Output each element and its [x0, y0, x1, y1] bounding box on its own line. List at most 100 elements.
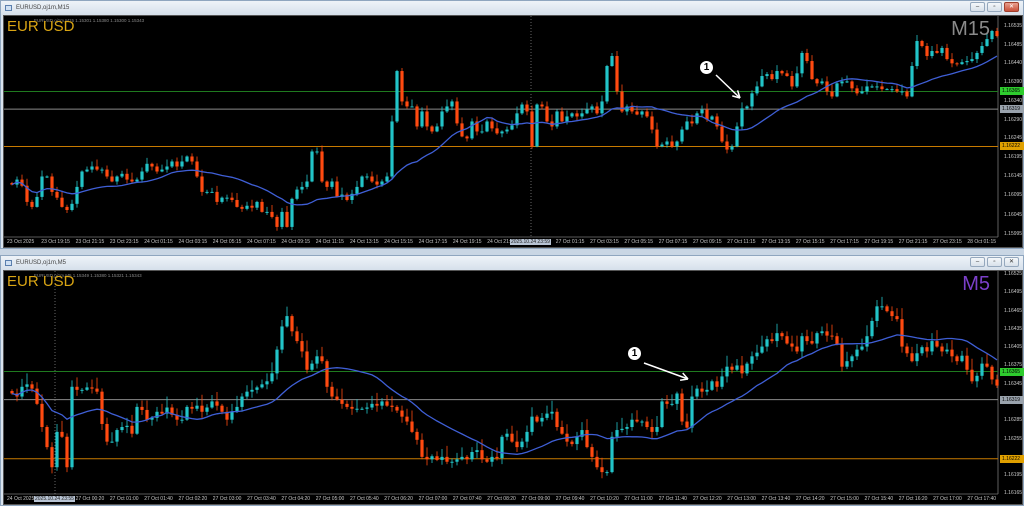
- maximize-button[interactable]: ▫: [987, 257, 1002, 267]
- candle-body: [365, 407, 369, 409]
- candle-body: [785, 336, 789, 344]
- candle-body: [535, 104, 539, 147]
- candle-body: [640, 111, 644, 115]
- minimize-button[interactable]: –: [970, 2, 985, 12]
- window-titlebar[interactable]: EURUSD,oj1m,M15 – ▫ ✕: [1, 1, 1023, 15]
- candle-body: [680, 393, 684, 422]
- candle-body: [890, 89, 894, 91]
- candle-body: [530, 111, 534, 147]
- candle-body: [305, 181, 309, 187]
- time-tick-label: 27 Oct 05:40: [350, 496, 379, 502]
- candle-body: [760, 346, 764, 353]
- price-tick-label: 1.15995: [1004, 230, 1023, 237]
- candle-body: [495, 456, 499, 459]
- candle-body: [915, 41, 919, 67]
- annotation-number-badge: 1: [628, 347, 641, 360]
- time-tick-label: 27 Oct 19:15: [864, 239, 894, 245]
- candle-body: [470, 451, 474, 460]
- candle-body: [85, 387, 89, 390]
- candle-body: [590, 447, 594, 457]
- candle-body: [390, 405, 394, 407]
- chart-area[interactable]: EURUSD,oj1m,M15 1.15301 1.15380 1.15300 …: [3, 15, 1024, 249]
- candle-body: [885, 89, 889, 91]
- candle-body: [75, 186, 79, 204]
- candle-body: [660, 144, 664, 147]
- candle-body: [690, 396, 694, 428]
- candle-body: [845, 81, 849, 83]
- time-tick-label: 27 Oct 01:00: [109, 496, 139, 502]
- candle-body: [650, 116, 654, 130]
- candle-body: [515, 441, 519, 448]
- candle-body: [315, 151, 319, 153]
- close-button[interactable]: ✕: [1004, 2, 1019, 12]
- price-tick-label: 1.16340: [1004, 98, 1023, 105]
- candle-body: [990, 31, 994, 40]
- time-tick-label: 27 Oct 23:15: [933, 239, 962, 245]
- minimize-button[interactable]: –: [970, 257, 985, 267]
- candle-body: [145, 163, 149, 172]
- candle-body: [250, 389, 254, 392]
- candle-body: [30, 384, 34, 389]
- candle-body: [520, 104, 524, 114]
- candle-body: [115, 176, 119, 182]
- candle-body: [695, 113, 699, 124]
- time-tick-label: 24 Oct 09:15: [281, 239, 311, 245]
- price-level-badge: 1.16319: [1000, 395, 1024, 404]
- chart-area[interactable]: EURUSD,oj1m,M5 1.15349 1.15380 1.15321 1…: [3, 270, 1024, 506]
- candle-body: [735, 365, 739, 370]
- candle-body: [575, 436, 579, 445]
- candle-body: [410, 106, 414, 108]
- candle-body: [955, 356, 959, 362]
- candle-body: [510, 125, 514, 130]
- time-tick-label: 24 Oct 19:15: [452, 239, 482, 245]
- candle-body: [930, 51, 934, 57]
- candle-body: [420, 439, 424, 457]
- timeframe-label: M5: [962, 273, 990, 295]
- price-tick-label: 1.16195: [1004, 472, 1023, 479]
- candle-body: [545, 413, 549, 418]
- time-tick-label: 24 Oct 07:15: [247, 239, 276, 245]
- candle-body: [505, 433, 509, 437]
- time-tick-label: 27 Oct 13:40: [761, 496, 791, 502]
- candle-body: [205, 191, 209, 193]
- candle-body: [265, 211, 269, 213]
- chart-window-m5: EURUSD,oj1m,M5 – ▫ ✕ EURUSD,oj1m,M5 1.15…: [0, 255, 1024, 506]
- symbol-label: EUR USD: [7, 273, 75, 290]
- candle-body: [330, 386, 334, 397]
- candle-body: [380, 181, 384, 185]
- time-tick-label: 27 Oct 13:15: [761, 239, 791, 245]
- candlestick-plot[interactable]: [4, 16, 1024, 249]
- time-tick-label: 27 Oct 12:20: [693, 496, 722, 502]
- candle-body: [790, 343, 794, 347]
- candle-body: [980, 46, 984, 53]
- candle-body: [370, 176, 374, 182]
- time-tick-label: 27 Oct 06:20: [384, 496, 413, 502]
- close-button[interactable]: ✕: [1004, 257, 1019, 267]
- candle-body: [540, 104, 544, 107]
- candle-body: [285, 211, 289, 227]
- time-tick-label: 27 Oct 07:15: [658, 239, 688, 245]
- candle-body: [395, 71, 399, 122]
- window-titlebar[interactable]: EURUSD,oj1m,M5 – ▫ ✕: [1, 256, 1023, 270]
- candle-body: [145, 409, 149, 420]
- candle-body: [425, 456, 429, 460]
- candle-body: [100, 169, 104, 171]
- candle-body: [430, 456, 434, 460]
- maximize-button[interactable]: ▫: [987, 2, 1002, 12]
- candle-body: [400, 71, 404, 102]
- candle-body: [280, 211, 284, 227]
- candlestick-plot[interactable]: [4, 271, 1024, 506]
- candle-body: [430, 126, 434, 132]
- candle-body: [465, 456, 469, 460]
- candle-body: [460, 456, 464, 460]
- candle-body: [445, 106, 449, 112]
- candle-body: [635, 111, 639, 115]
- candle-body: [290, 316, 294, 332]
- time-tick-label: 27 Oct 17:00: [933, 496, 962, 502]
- candle-body: [570, 441, 574, 445]
- candle-body: [985, 363, 989, 367]
- candle-body: [95, 166, 99, 170]
- candle-body: [575, 113, 579, 117]
- candle-body: [585, 430, 589, 448]
- annotation-arrow: [643, 362, 689, 380]
